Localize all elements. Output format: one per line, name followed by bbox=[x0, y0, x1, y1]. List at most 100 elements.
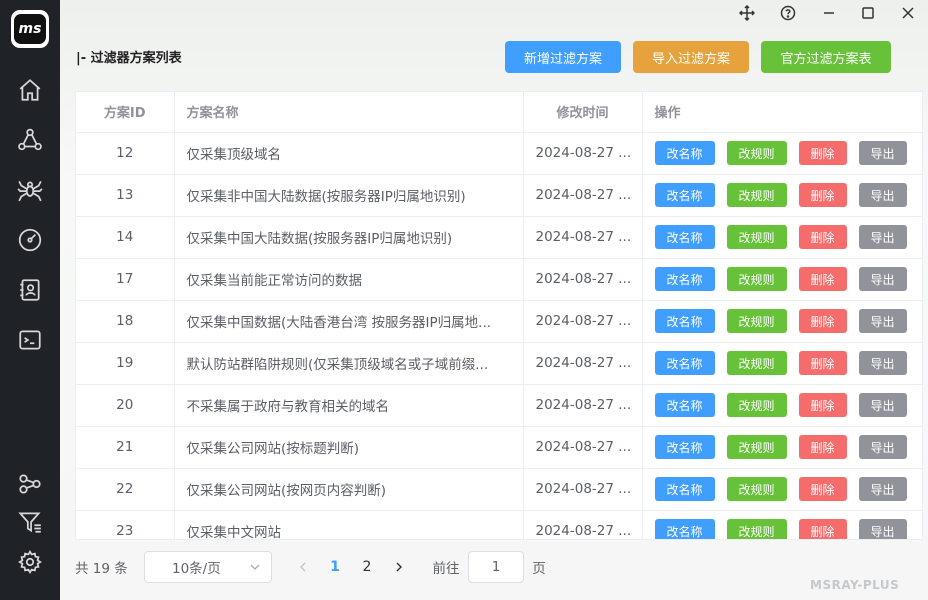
row-ops: 改名称 改规则 删除 导出 bbox=[642, 426, 922, 469]
next-page-icon[interactable] bbox=[390, 551, 408, 583]
import-filter-button[interactable]: 导入过滤方案 bbox=[633, 41, 749, 73]
row-id: 17 bbox=[76, 258, 175, 301]
export-button[interactable]: 导出 bbox=[858, 351, 907, 375]
help-icon[interactable] bbox=[778, 4, 798, 22]
edit-rules-button[interactable]: 改规则 bbox=[726, 351, 787, 375]
official-filter-table-button[interactable]: 官方过滤方案表 bbox=[761, 41, 891, 73]
spider-icon[interactable] bbox=[16, 176, 44, 204]
table-row[interactable]: 19 默认防站群陷阱规则(仅采集顶级域名或子域前缀... 2024-08-27 ..… bbox=[76, 342, 922, 385]
table-row[interactable]: 18 仅采集中国数据(大陆香港台湾 按服务器IP归属地... 2024-08-27 … bbox=[76, 300, 922, 343]
export-button[interactable]: 导出 bbox=[858, 309, 907, 333]
delete-button[interactable]: 删除 bbox=[798, 435, 847, 459]
watermark-text: MSRAY-PLUS bbox=[810, 578, 900, 592]
rename-button[interactable]: 改名称 bbox=[654, 519, 715, 539]
share-nodes-icon[interactable] bbox=[16, 126, 44, 154]
row-ops: 改名称 改规则 删除 导出 bbox=[642, 174, 922, 217]
table-row[interactable]: 22 仅采集公司网站(按网页内容判断) 2024-08-27 ... 改名称 改规则 删除… bbox=[76, 468, 922, 511]
edit-rules-button[interactable]: 改规则 bbox=[726, 141, 787, 165]
row-name: 仅采集中文网站 bbox=[174, 510, 524, 539]
row-name: 仅采集公司网站(按网页内容判断) bbox=[174, 468, 524, 511]
page-2[interactable]: 2 bbox=[356, 551, 378, 583]
contact-card-icon[interactable] bbox=[16, 276, 44, 304]
row-time: 2024-08-27 ... bbox=[523, 258, 643, 301]
rename-button[interactable]: 改名称 bbox=[654, 309, 715, 333]
minimize-icon[interactable] bbox=[819, 4, 839, 22]
row-name: 仅采集中国数据(大陆香港台湾 按服务器IP归属地... bbox=[174, 300, 524, 343]
row-ops: 改名称 改规则 删除 导出 bbox=[642, 384, 922, 427]
row-id: 21 bbox=[76, 426, 175, 469]
page-suffix: 页 bbox=[532, 561, 546, 577]
edit-rules-button[interactable]: 改规则 bbox=[726, 393, 787, 417]
export-button[interactable]: 导出 bbox=[858, 435, 907, 459]
row-ops: 改名称 改规则 删除 导出 bbox=[642, 216, 922, 259]
page-1[interactable]: 1 bbox=[324, 551, 346, 583]
edit-rules-button[interactable]: 改规则 bbox=[726, 225, 787, 249]
page-size-select[interactable]: 10条/页 bbox=[144, 551, 272, 583]
maximize-icon[interactable] bbox=[858, 4, 878, 22]
edit-rules-button[interactable]: 改规则 bbox=[726, 309, 787, 333]
row-name: 仅采集非中国大陆数据(按服务器IP归属地识别) bbox=[174, 174, 524, 217]
delete-button[interactable]: 删除 bbox=[798, 225, 847, 249]
row-ops: 改名称 改规则 删除 导出 bbox=[642, 510, 922, 539]
edit-rules-button[interactable]: 改规则 bbox=[726, 435, 787, 459]
table-row[interactable]: 12 仅采集顶级域名 2024-08-27 ... 改名称 改规则 删除 导出 bbox=[76, 132, 922, 175]
export-button[interactable]: 导出 bbox=[858, 393, 907, 417]
delete-button[interactable]: 删除 bbox=[798, 183, 847, 207]
delete-button[interactable]: 删除 bbox=[798, 519, 847, 539]
row-time: 2024-08-27 ... bbox=[523, 300, 643, 343]
export-button[interactable]: 导出 bbox=[858, 141, 907, 165]
add-filter-button[interactable]: 新增过滤方案 bbox=[505, 41, 621, 73]
rename-button[interactable]: 改名称 bbox=[654, 351, 715, 375]
rename-button[interactable]: 改名称 bbox=[654, 477, 715, 501]
header-id[interactable]: 方案ID bbox=[76, 92, 175, 133]
delete-button[interactable]: 删除 bbox=[798, 477, 847, 501]
rename-button[interactable]: 改名称 bbox=[654, 393, 715, 417]
header-name[interactable]: 方案名称 bbox=[174, 92, 524, 133]
chevron-down-icon bbox=[250, 564, 260, 570]
delete-button[interactable]: 删除 bbox=[798, 351, 847, 375]
table-row[interactable]: 20 不采集属于政府与教育相关的域名 2024-08-27 ... 改名称 改规则 删除导… bbox=[76, 384, 922, 427]
row-id: 13 bbox=[76, 174, 175, 217]
network-icon[interactable] bbox=[16, 470, 44, 498]
delete-button[interactable]: 删除 bbox=[798, 393, 847, 417]
row-time: 2024-08-27 ... bbox=[523, 384, 643, 427]
filter-list-icon[interactable] bbox=[16, 508, 44, 536]
goto-page-input[interactable]: 1 bbox=[468, 551, 524, 583]
terminal-icon[interactable] bbox=[16, 326, 44, 354]
table-row[interactable]: 23 仅采集中文网站 2024-08-27 ... 改名称 改规则 删除 导出 bbox=[76, 510, 922, 539]
prev-page-icon[interactable] bbox=[294, 551, 312, 583]
export-button[interactable]: 导出 bbox=[858, 267, 907, 291]
table-row[interactable]: 17 仅采集当前能正常访问的数据 2024-08-27 ... 改名称 改规则 删除 导出 bbox=[76, 258, 922, 301]
move-icon[interactable] bbox=[737, 4, 757, 22]
home-icon[interactable] bbox=[16, 76, 44, 104]
rename-button[interactable]: 改名称 bbox=[654, 267, 715, 291]
row-time: 2024-08-27 ... bbox=[523, 132, 643, 175]
edit-rules-button[interactable]: 改规则 bbox=[726, 267, 787, 291]
delete-button[interactable]: 删除 bbox=[798, 141, 847, 165]
logo-text: ms bbox=[14, 14, 46, 44]
rename-button[interactable]: 改名称 bbox=[654, 435, 715, 459]
header-time[interactable]: 修改时间 bbox=[523, 92, 643, 133]
rename-button[interactable]: 改名称 bbox=[654, 225, 715, 249]
rename-button[interactable]: 改名称 bbox=[654, 183, 715, 207]
export-button[interactable]: 导出 bbox=[858, 477, 907, 501]
export-button[interactable]: 导出 bbox=[858, 519, 907, 539]
export-button[interactable]: 导出 bbox=[858, 183, 907, 207]
edit-rules-button[interactable]: 改规则 bbox=[726, 183, 787, 207]
edit-rules-button[interactable]: 改规则 bbox=[726, 519, 787, 539]
gauge-icon[interactable] bbox=[16, 226, 44, 254]
edit-rules-button[interactable]: 改规则 bbox=[726, 477, 787, 501]
delete-button[interactable]: 删除 bbox=[798, 309, 847, 333]
table-row[interactable]: 21 仅采集公司网站(按标题判断) 2024-08-27 ... 改名称 改规则 删除 导出 bbox=[76, 426, 922, 469]
gear-icon[interactable] bbox=[16, 548, 44, 576]
table-row[interactable]: 13 仅采集非中国大陆数据(按服务器IP归属地识别) 2024-08-27 ... 改… bbox=[76, 174, 922, 217]
row-name: 不采集属于政府与教育相关的域名 bbox=[174, 384, 524, 427]
table-row[interactable]: 14 仅采集中国大陆数据(按服务器IP归属地识别) 2024-08-27 ... 改名… bbox=[76, 216, 922, 259]
delete-button[interactable]: 删除 bbox=[798, 267, 847, 291]
row-ops: 改名称 改规则 删除 导出 bbox=[642, 468, 922, 511]
app-logo[interactable]: ms bbox=[11, 10, 49, 48]
row-time: 2024-08-27 ... bbox=[523, 216, 643, 259]
rename-button[interactable]: 改名称 bbox=[654, 141, 715, 165]
close-icon[interactable] bbox=[898, 4, 918, 22]
export-button[interactable]: 导出 bbox=[858, 225, 907, 249]
